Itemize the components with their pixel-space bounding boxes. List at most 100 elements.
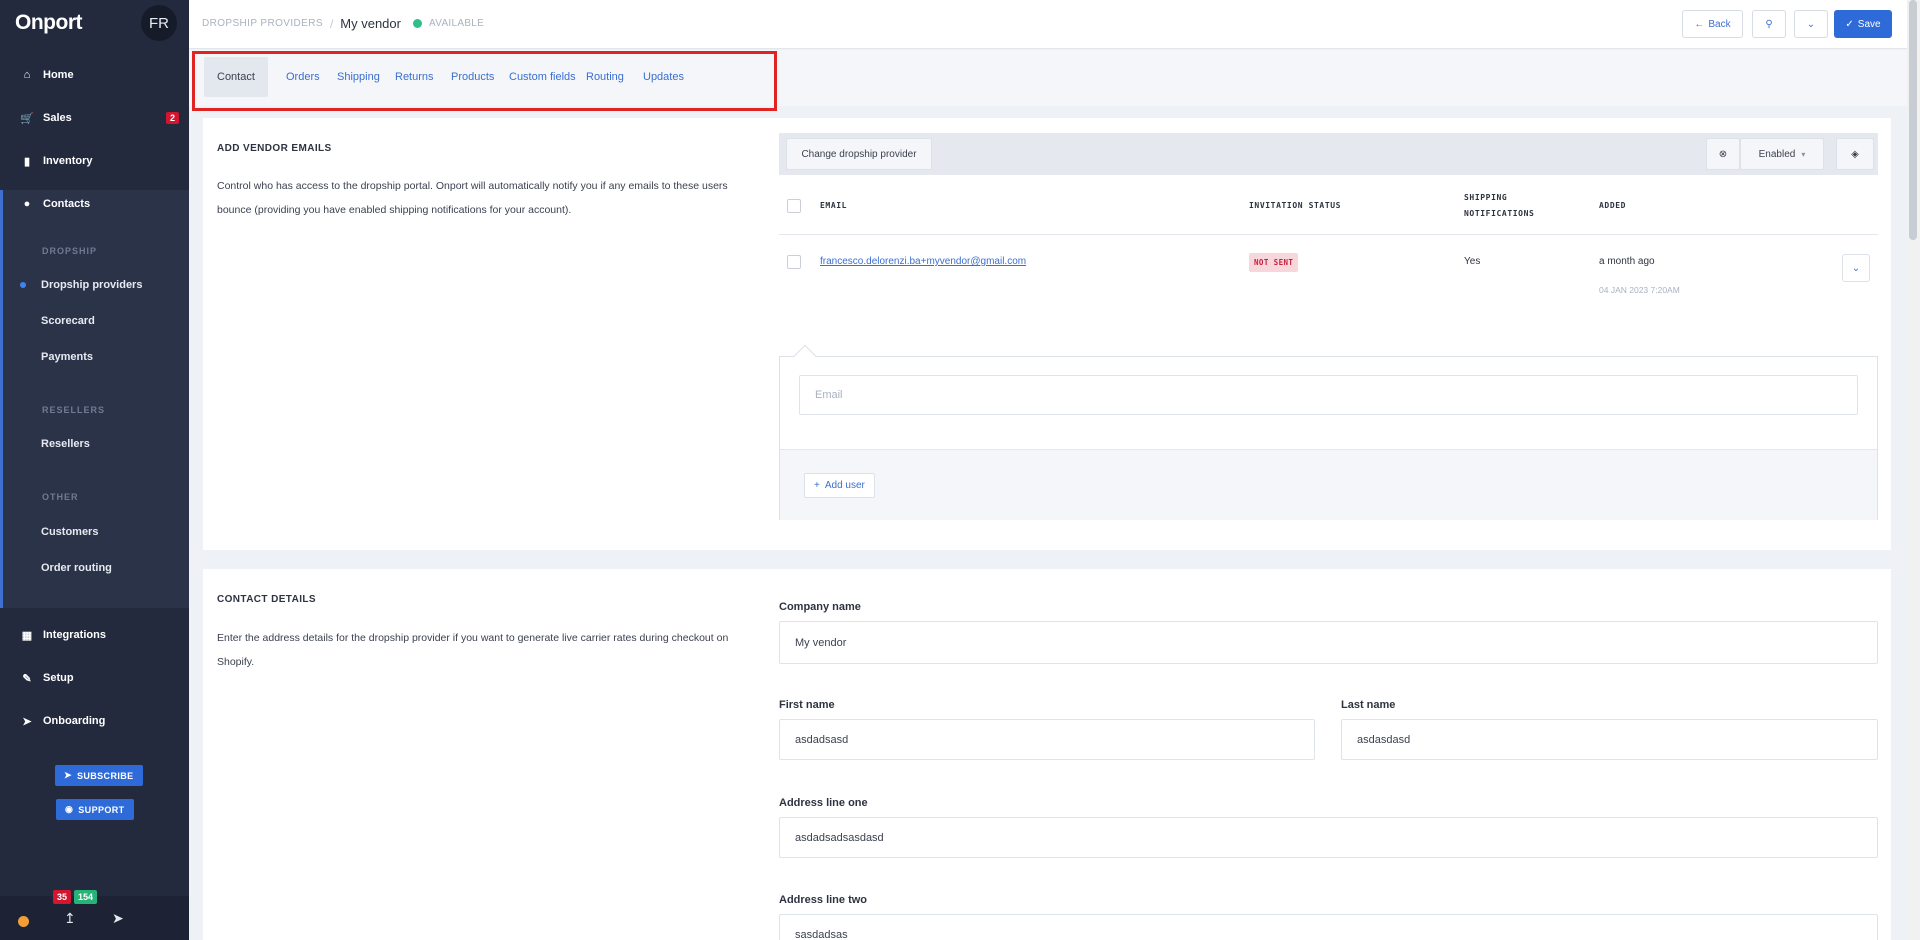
- more-dropdown-button[interactable]: ⌄: [1794, 10, 1828, 38]
- grid-icon: ▦: [21, 629, 33, 642]
- enabled-filter-label: Enabled: [1758, 148, 1796, 160]
- form-pointer: [793, 344, 817, 368]
- section-title-dropship: DROPSHIP: [42, 246, 98, 256]
- green-count-badge: 154: [74, 890, 98, 904]
- contact-details-card: CONTACT DETAILS Enter the address detail…: [203, 569, 1891, 940]
- sidebar-item-contacts[interactable]: ● Contacts: [0, 189, 189, 219]
- email-input[interactable]: Email: [799, 375, 1858, 415]
- sidebar-item-sales[interactable]: 🛒 Sales 2: [0, 103, 189, 133]
- sidebar-brand: Onport FR: [0, 0, 189, 46]
- row-checkbox[interactable]: [787, 255, 801, 269]
- sidebar-item-label: Setup: [43, 672, 74, 684]
- section-description: Control who has access to the dropship p…: [217, 180, 728, 216]
- breadcrumb-parent[interactable]: DROPSHIP PROVIDERS: [202, 18, 323, 29]
- change-provider-button[interactable]: Change dropship provider: [786, 138, 932, 170]
- header-divider: [779, 234, 1878, 235]
- sidebar-item-integrations[interactable]: ▦ Integrations: [0, 620, 189, 650]
- sidebar-item-inventory[interactable]: ▮ Inventory: [0, 146, 189, 176]
- sidebar-item-payments[interactable]: Payments: [41, 351, 93, 363]
- user-avatar[interactable]: FR: [141, 5, 177, 41]
- chevron-down-icon: ▾: [1801, 149, 1806, 159]
- status-indicator-dot[interactable]: [18, 916, 29, 927]
- history-button[interactable]: ⚲: [1752, 10, 1786, 38]
- support-button[interactable]: ◉ SUPPORT: [56, 799, 134, 820]
- shipping-notifications-value: Yes: [1464, 256, 1481, 267]
- first-name-label: First name: [779, 699, 835, 711]
- sidebar-item-setup[interactable]: ✎ Setup: [0, 663, 189, 693]
- sidebar-item-label: Sales: [43, 112, 72, 124]
- sidebar-item-dropship-providers[interactable]: Dropship providers: [41, 279, 142, 291]
- save-label: Save: [1857, 18, 1881, 30]
- email-link[interactable]: francesco.delorenzi.ba+myvendor@gmail.co…: [820, 256, 1026, 267]
- sidebar-item-home[interactable]: ⌂ Home: [0, 60, 189, 90]
- onport-logo[interactable]: Onport: [15, 11, 82, 35]
- sidebar-item-order-routing[interactable]: Order routing: [41, 562, 112, 574]
- back-label: Back: [1708, 18, 1731, 30]
- clear-filter-button[interactable]: ⊗: [1706, 138, 1740, 170]
- added-date: 04 JAN 2023 7:20AM: [1599, 285, 1680, 295]
- page-scrollbar-track[interactable]: [1907, 0, 1920, 940]
- upload-icon[interactable]: ↥: [64, 910, 76, 927]
- vendor-emails-card: ADD VENDOR EMAILS Control who has access…: [203, 118, 1891, 550]
- address-line-two-input[interactable]: sasdadsas: [779, 914, 1878, 940]
- sidebar: Onport FR ⌂ Home 🛒 Sales 2 ▮ Inventory ●…: [0, 0, 189, 940]
- sidebar-item-customers[interactable]: Customers: [41, 526, 98, 538]
- tabs-bar: Contact Orders Shipping Returns Products…: [189, 50, 1909, 111]
- rocket-icon[interactable]: ➤: [112, 910, 124, 927]
- column-header-shipping-notifications[interactable]: SHIPPING NOTIFICATIONS: [1464, 190, 1554, 222]
- user-icon: ●: [23, 198, 31, 210]
- sales-count-badge: 2: [165, 112, 179, 124]
- section-title-other: OTHER: [42, 492, 79, 502]
- chevron-down-icon: ⌄: [1806, 18, 1816, 30]
- highlight-box: [192, 51, 777, 111]
- sidebar-item-label: Inventory: [43, 155, 93, 167]
- add-user-form: Email + Add user: [779, 344, 1878, 520]
- sidebar-item-label: Home: [43, 69, 74, 81]
- column-header-added[interactable]: ADDED: [1599, 198, 1626, 214]
- columns-button[interactable]: ◈: [1836, 138, 1874, 170]
- address-line-one-label: Address line one: [779, 797, 868, 809]
- sidebar-item-resellers[interactable]: Resellers: [41, 438, 90, 450]
- sidebar-item-scorecard[interactable]: Scorecard: [41, 315, 95, 327]
- column-header-invitation-status[interactable]: INVITATION STATUS: [1249, 198, 1341, 214]
- row-actions-dropdown[interactable]: ⌄: [1842, 254, 1870, 282]
- top-bar: DROPSHIP PROVIDERS / My vendor AVAILABLE…: [189, 0, 1909, 49]
- subscribe-label: SUBSCRIBE: [76, 770, 134, 781]
- check-icon: ✓: [1845, 18, 1854, 30]
- add-user-label: Add user: [824, 480, 865, 491]
- subscribe-button[interactable]: ➤ SUBSCRIBE: [55, 765, 143, 786]
- wrench-icon: ✎: [22, 672, 32, 685]
- page-scrollbar-thumb[interactable]: [1909, 0, 1917, 240]
- cart-icon: 🛒: [20, 112, 34, 125]
- sidebar-item-label: Contacts: [43, 198, 91, 210]
- first-name-input[interactable]: asdadsasd: [779, 719, 1315, 760]
- rocket-icon: ➤: [22, 715, 32, 728]
- address-line-one-input[interactable]: asdadsadsasdasd: [779, 817, 1878, 858]
- add-user-button[interactable]: + Add user: [804, 473, 875, 498]
- sidebar-item-label: Onboarding: [43, 715, 106, 727]
- home-icon: ⌂: [23, 69, 31, 81]
- added-relative: a month ago: [1599, 256, 1655, 267]
- add-user-footer: + Add user: [780, 449, 1877, 520]
- save-button[interactable]: ✓ Save: [1834, 10, 1892, 38]
- bookmark-icon: ▮: [23, 155, 31, 168]
- select-all-checkbox[interactable]: [787, 199, 801, 213]
- plus-icon: +: [814, 480, 820, 491]
- close-circle-icon: ⊗: [1718, 148, 1728, 160]
- status-badge: AVAILABLE: [428, 18, 485, 29]
- send-icon: ➤: [64, 770, 72, 780]
- column-header-email[interactable]: EMAIL: [820, 198, 847, 214]
- back-button[interactable]: ← Back: [1682, 10, 1743, 38]
- page-title: My vendor: [340, 16, 401, 31]
- layers-icon: ◈: [1851, 148, 1859, 160]
- section-heading: CONTACT DETAILS: [217, 594, 316, 605]
- invitation-status-badge: NOT SENT: [1249, 253, 1299, 272]
- company-name-input[interactable]: My vendor: [779, 621, 1878, 664]
- sidebar-item-onboarding[interactable]: ➤ Onboarding: [0, 706, 189, 736]
- active-indicator-dot: [20, 282, 26, 288]
- address-line-two-label: Address line two: [779, 894, 868, 906]
- last-name-input[interactable]: asdasdasd: [1341, 719, 1878, 760]
- enabled-filter-dropdown[interactable]: Enabled ▾: [1740, 138, 1824, 170]
- arrow-left-icon: ←: [1694, 18, 1705, 30]
- last-name-label: Last name: [1341, 699, 1396, 711]
